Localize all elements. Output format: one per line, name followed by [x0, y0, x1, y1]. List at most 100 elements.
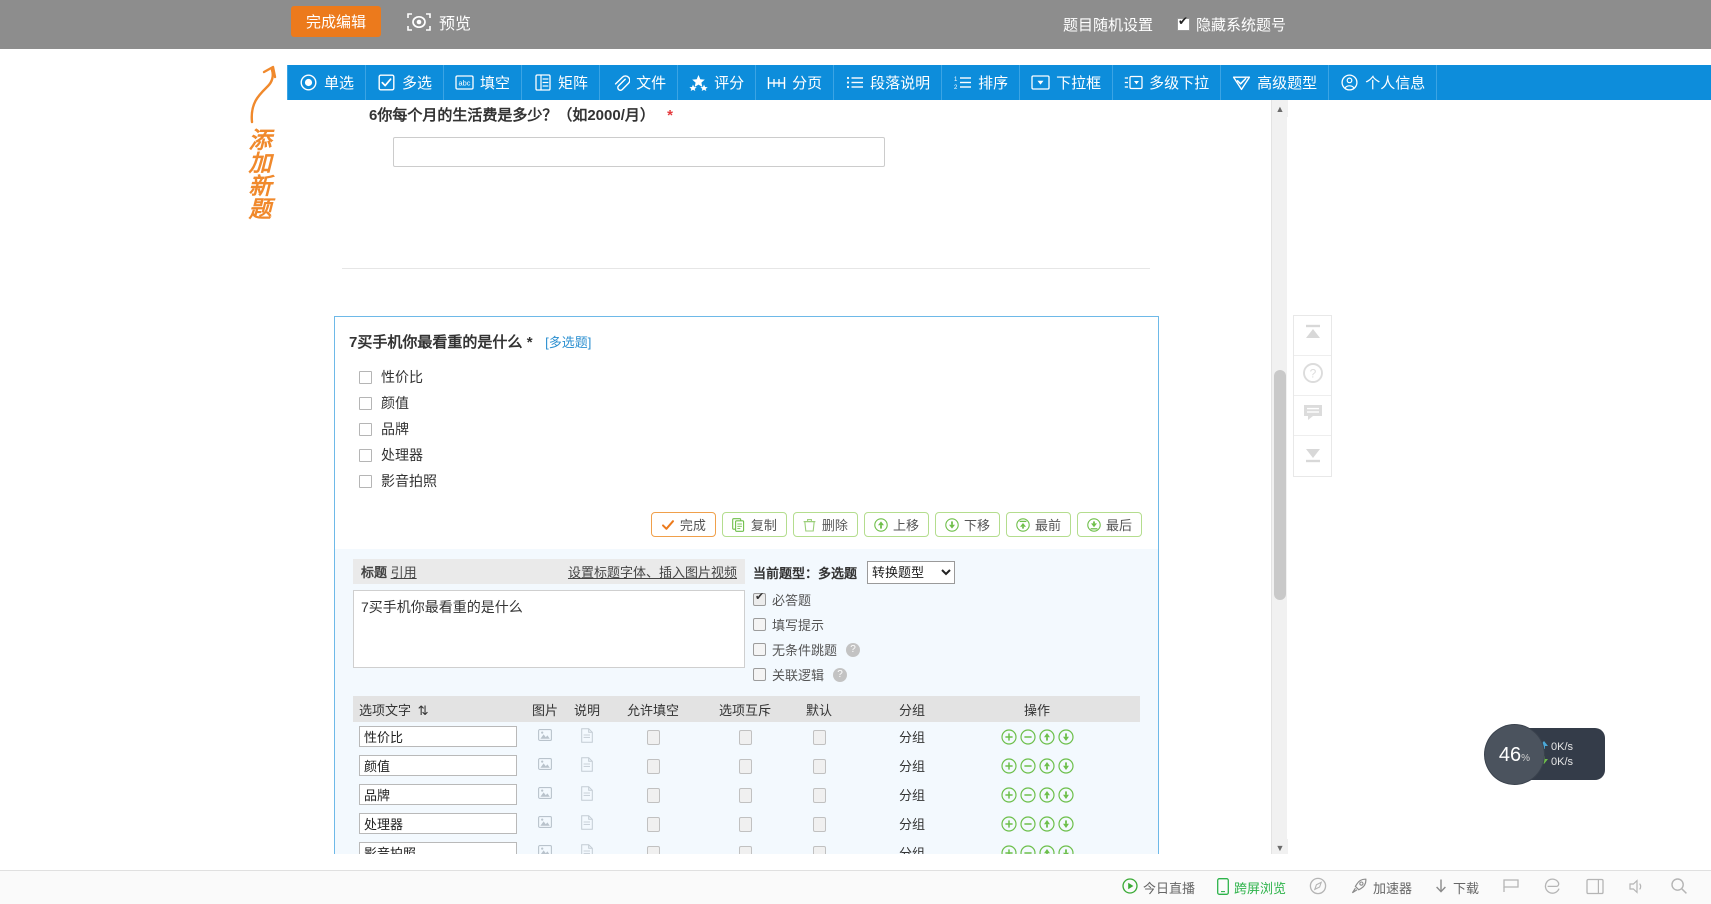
cell-image[interactable] — [523, 728, 567, 745]
image-icon[interactable] — [538, 787, 552, 803]
feedback-button[interactable] — [1294, 396, 1331, 436]
action-copy-button[interactable]: 复制 — [721, 512, 787, 537]
cell-desc[interactable] — [567, 785, 607, 804]
cell-exclusive[interactable] — [699, 786, 791, 803]
scroll-to-bottom-button[interactable] — [1294, 436, 1331, 476]
preview-option-row[interactable]: 品牌 — [359, 416, 1158, 442]
preview-option-row[interactable]: 影音拍照 — [359, 468, 1158, 494]
font-media-link[interactable]: 设置标题字体、插入图片视频 — [568, 562, 737, 581]
tool-multi-choice[interactable]: 多选 — [366, 65, 445, 100]
preview-option-row[interactable]: 处理器 — [359, 442, 1158, 468]
allow-fill-checkbox[interactable] — [646, 787, 660, 803]
taskbar-today-live[interactable]: 今日直播 — [1122, 878, 1195, 897]
cell-group[interactable]: 分组 — [847, 727, 977, 746]
tool-single-choice[interactable]: 单选 — [287, 65, 367, 100]
tool-personal-info[interactable]: 个人信息 — [1329, 65, 1438, 100]
question-6-answer-input[interactable] — [393, 137, 885, 167]
tool-fill-blank[interactable]: abc 填空 — [444, 65, 523, 100]
tool-paragraph-desc[interactable]: 段落说明 — [834, 65, 943, 100]
exclusive-checkbox[interactable] — [738, 816, 752, 832]
allow-fill-checkbox[interactable] — [646, 816, 660, 832]
cell-exclusive[interactable] — [699, 728, 791, 745]
plus-circle-icon[interactable] — [1000, 815, 1017, 832]
tool-dropdown[interactable]: 下拉框 — [1020, 65, 1114, 100]
finish-edit-button[interactable]: 完成编辑 — [291, 6, 381, 37]
help-button[interactable]: ? — [1294, 356, 1331, 396]
action-move-last-button[interactable]: 最后 — [1076, 512, 1142, 537]
cell-image[interactable] — [523, 786, 567, 803]
minus-circle-icon[interactable] — [1019, 786, 1036, 803]
default-checkbox[interactable] — [812, 787, 826, 803]
exclusive-checkbox[interactable] — [738, 758, 752, 774]
cell-group[interactable]: 分组 — [847, 814, 977, 833]
taskbar-cross-screen[interactable]: 跨屏浏览 — [1217, 877, 1286, 898]
option-text-input[interactable] — [359, 755, 517, 776]
cell-default[interactable] — [791, 757, 847, 774]
minus-circle-icon[interactable] — [1019, 815, 1036, 832]
tool-page-break[interactable]: 分页 — [756, 65, 835, 100]
cell-default[interactable] — [791, 728, 847, 745]
question-mark-icon[interactable]: ? — [833, 667, 848, 682]
setting-fill-hint-row[interactable]: 填写提示 — [753, 615, 1158, 634]
minus-circle-icon[interactable] — [1019, 728, 1036, 745]
tool-matrix[interactable]: 矩阵 — [522, 65, 601, 100]
minus-circle-icon[interactable] — [1019, 757, 1036, 774]
arrow-up-circle-icon[interactable] — [1038, 757, 1055, 774]
taskbar-flag[interactable] — [1501, 878, 1521, 898]
cell-allow-fill[interactable] — [607, 815, 699, 832]
option-text-input[interactable] — [359, 784, 517, 805]
taskbar-download[interactable]: 下载 — [1434, 878, 1479, 898]
quote-link[interactable]: 引用 — [391, 565, 417, 580]
allow-fill-checkbox[interactable] — [646, 729, 660, 745]
arrow-down-circle-icon[interactable] — [1057, 815, 1074, 832]
cell-default[interactable] — [791, 815, 847, 832]
exclusive-checkbox[interactable] — [738, 729, 752, 745]
checkbox-icon[interactable] — [359, 370, 372, 384]
setting-linked-logic-row[interactable]: 关联逻辑 ? — [753, 665, 1158, 684]
scrollbar-thumb[interactable] — [1274, 370, 1286, 600]
setting-required-row[interactable]: 必答题 — [753, 590, 1158, 609]
setting-unconditional-skip-row[interactable]: 无条件跳题 ? — [753, 640, 1158, 659]
checkbox-icon[interactable] — [359, 422, 372, 436]
scroll-to-top-button[interactable] — [1294, 316, 1331, 356]
taskbar-compass[interactable] — [1308, 877, 1328, 898]
exclusive-checkbox[interactable] — [738, 787, 752, 803]
action-finish-button[interactable]: 完成 — [650, 512, 716, 537]
page-scrollbar[interactable]: ▲ ▼ — [1271, 100, 1288, 856]
convert-type-select[interactable]: 转换题型 单选题 填空题 下拉框 — [867, 561, 956, 584]
linked-logic-checkbox[interactable] — [753, 668, 766, 681]
default-checkbox[interactable] — [812, 758, 826, 774]
allow-fill-checkbox[interactable] — [646, 758, 660, 774]
action-delete-button[interactable]: 删除 — [792, 512, 858, 537]
unconditional-skip-checkbox[interactable] — [753, 643, 766, 656]
checkbox-icon[interactable] — [359, 474, 372, 488]
preview-button[interactable]: 预览 — [406, 7, 471, 37]
arrow-down-circle-icon[interactable] — [1057, 786, 1074, 803]
option-text-input[interactable] — [359, 813, 517, 834]
boost-percent-circle[interactable]: 46 % — [1485, 725, 1544, 784]
taskbar-volume[interactable] — [1627, 878, 1647, 898]
plus-circle-icon[interactable] — [1000, 757, 1017, 774]
cell-exclusive[interactable] — [699, 815, 791, 832]
taskbar-browser-engine[interactable] — [1543, 878, 1563, 898]
tool-advanced-types[interactable]: 高级题型 — [1221, 65, 1330, 100]
cell-image[interactable] — [523, 815, 567, 832]
tool-ordering[interactable]: 12 排序 — [942, 65, 1021, 100]
arrow-up-circle-icon[interactable] — [1038, 815, 1055, 832]
option-text-input[interactable] — [359, 726, 517, 747]
taskbar-window-split[interactable] — [1585, 878, 1605, 898]
random-settings-button[interactable]: 题目随机设置 — [1063, 14, 1153, 35]
question-mark-icon[interactable]: ? — [846, 642, 861, 657]
sort-icon[interactable]: ⇅ — [418, 703, 429, 718]
fill-hint-checkbox[interactable] — [753, 618, 766, 631]
preview-option-row[interactable]: 颜值 — [359, 390, 1158, 416]
arrow-down-circle-icon[interactable] — [1057, 728, 1074, 745]
tool-file[interactable]: 文件 — [600, 65, 679, 100]
doc-icon[interactable] — [581, 785, 593, 804]
cell-group[interactable]: 分组 — [847, 785, 977, 804]
title-textarea[interactable] — [353, 590, 745, 668]
cell-desc[interactable] — [567, 814, 607, 833]
preview-option-row[interactable]: 性价比 — [359, 364, 1158, 390]
cell-image[interactable] — [523, 757, 567, 774]
cell-allow-fill[interactable] — [607, 757, 699, 774]
